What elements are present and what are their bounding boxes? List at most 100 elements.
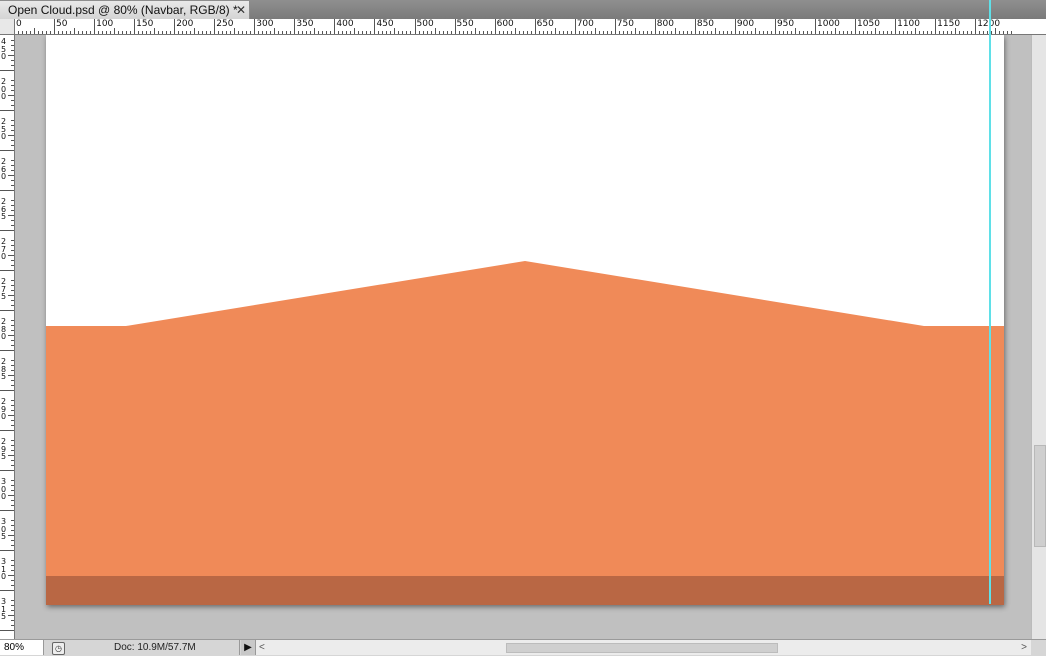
ruler-minor-tick [11, 540, 14, 541]
ruler-minor-tick [686, 31, 688, 34]
ruler-minor-tick [11, 505, 14, 506]
ruler-minor-tick [570, 31, 572, 34]
ruler-minor-tick [410, 31, 412, 34]
ruler-minor-tick [11, 625, 14, 626]
ruler-minor-tick [426, 31, 428, 34]
ruler-minor-tick [851, 31, 853, 34]
ruler-minor-tick [470, 31, 472, 34]
ruler-minor-tick [102, 31, 104, 34]
ruler-minor-tick [186, 31, 188, 34]
ruler-minor-tick [11, 140, 14, 141]
ruler-minor-tick [11, 185, 14, 186]
ruler-minor-tick [74, 28, 76, 34]
ruler-minor-tick [242, 31, 244, 34]
ruler-minor-tick [11, 160, 14, 161]
ruler-minor-tick [618, 31, 620, 34]
ruler-minor-tick [82, 31, 84, 34]
horizontal-scrollbar[interactable]: < > [256, 640, 1031, 655]
ruler-minor-tick [11, 500, 14, 501]
ruler-origin[interactable] [0, 19, 15, 35]
ruler-minor-tick [114, 28, 116, 34]
ruler-minor-tick [11, 570, 14, 571]
status-menu-arrow-icon[interactable]: ▶ [241, 640, 256, 655]
ruler-minor-tick [11, 190, 14, 191]
ruler-minor-tick [11, 300, 14, 301]
ruler-minor-tick [11, 630, 14, 631]
ruler-minor-tick [951, 31, 953, 34]
status-info-icon[interactable]: ◷ [52, 642, 65, 655]
vertical-scrollbar[interactable] [1031, 35, 1046, 639]
ruler-label: 700 [576, 19, 594, 29]
ruler-major-tick [414, 19, 416, 34]
ruler-minor-tick [11, 330, 14, 331]
ruler-minor-tick [11, 280, 14, 281]
ruler-major-tick [134, 19, 136, 34]
ruler-minor-tick [378, 31, 380, 34]
zoom-field[interactable]: 80% [0, 640, 44, 655]
ruler-label: 600 [496, 19, 514, 29]
ruler-minor-tick [8, 215, 14, 216]
ruler-minor-tick [11, 260, 14, 261]
canvas-area[interactable] [15, 35, 1031, 639]
document-info: Doc: 10.9M/57.7M [70, 640, 240, 655]
document-tab[interactable]: Open Cloud.psd @ 80% (Navbar, RGB/8) * ✕ [0, 1, 250, 19]
ruler-minor-tick [11, 360, 14, 361]
ruler-minor-tick [770, 31, 772, 34]
ruler-minor-tick [70, 31, 72, 34]
scroll-left-icon[interactable]: < [259, 640, 265, 655]
ruler-label: 50 [56, 19, 68, 29]
ruler-minor-tick [650, 31, 652, 34]
ruler-minor-tick [11, 545, 14, 546]
ruler-label: 3 1 5 [1, 597, 7, 622]
ruler-label: 1100 [897, 19, 920, 29]
ruler-major-tick [374, 19, 376, 34]
horizontal-scroll-thumb[interactable] [506, 643, 778, 653]
ruler-minor-tick [530, 31, 532, 34]
ruler-minor-tick [674, 28, 676, 34]
vertical-ruler[interactable]: 4 5 0 2 0 0 2 5 0 2 6 0 2 6 5 2 7 0 2 7 5 2 8 0… [0, 35, 15, 639]
ruler-minor-tick [442, 31, 444, 34]
ruler-minor-tick [486, 31, 488, 34]
ruler-minor-tick [38, 31, 40, 34]
ruler-minor-tick [11, 525, 14, 526]
horizontal-ruler[interactable]: 0 50 100 150 200 250 300 350 400 450 500 550 600 650 7… [0, 19, 1046, 35]
close-tab-icon[interactable]: ✕ [236, 1, 246, 19]
ruler-minor-tick [430, 31, 432, 34]
ruler-minor-tick [887, 31, 889, 34]
ruler-minor-tick [702, 31, 704, 34]
ruler-minor-tick [358, 31, 360, 34]
ruler-major-tick [334, 19, 336, 34]
scroll-right-icon[interactable]: > [1021, 640, 1027, 655]
vertical-guide[interactable] [989, 0, 991, 604]
ruler-minor-tick [11, 610, 14, 611]
ruler-minor-tick [11, 620, 14, 621]
ruler-minor-tick [11, 340, 14, 341]
ruler-minor-tick [931, 31, 933, 34]
ruler-minor-tick [8, 455, 14, 456]
ruler-minor-tick [782, 31, 784, 34]
ruler-minor-tick [250, 31, 252, 34]
ruler-minor-tick [450, 31, 452, 34]
ruler-minor-tick [562, 31, 564, 34]
vertical-scroll-thumb[interactable] [1034, 445, 1046, 547]
ruler-minor-tick [919, 31, 921, 34]
ruler-major-tick [855, 19, 857, 34]
ruler-minor-tick [819, 31, 820, 34]
ruler-minor-tick [362, 31, 364, 34]
ruler-minor-tick [8, 95, 14, 96]
ruler-minor-tick [34, 28, 36, 34]
ruler-minor-tick [286, 31, 288, 34]
ruler-minor-tick [955, 28, 957, 34]
ruler-minor-tick [682, 31, 684, 34]
ruler-minor-tick [518, 31, 520, 34]
ruler-minor-tick [62, 31, 64, 34]
ruler-minor-tick [11, 80, 14, 81]
ruler-minor-tick [11, 60, 14, 61]
ruler-minor-tick [11, 90, 14, 91]
ruler-minor-tick [630, 31, 632, 34]
ruler-label: 150 [136, 19, 154, 29]
ruler-label: 950 [776, 19, 795, 29]
document-canvas[interactable] [46, 35, 1004, 605]
ruler-minor-tick [11, 245, 14, 246]
ruler-minor-tick [142, 31, 144, 34]
